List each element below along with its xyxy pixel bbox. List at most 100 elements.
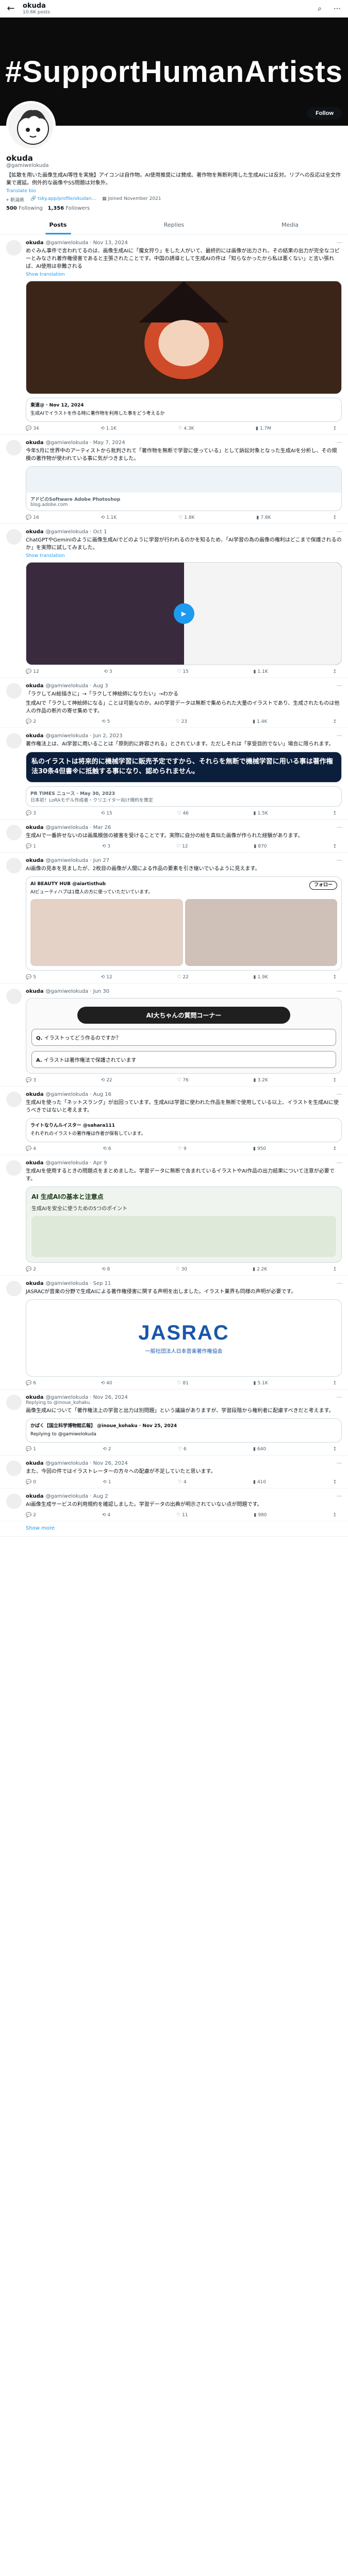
search-icon[interactable]: ⌕ xyxy=(314,5,325,13)
share-icon[interactable]: ↥ xyxy=(333,975,337,980)
repost-button[interactable]: ⟲ 3 xyxy=(102,844,110,849)
reply-button[interactable]: 💬 1 xyxy=(26,1447,36,1452)
post-author-name[interactable]: okuda xyxy=(26,1494,44,1499)
views-button[interactable]: ▮ 950 xyxy=(253,1146,266,1151)
quoted-post[interactable]: 東道@ · Nov 12, 2024 生成AIでイラストを作る時に著作物を利用し… xyxy=(26,398,342,422)
more-icon[interactable]: ⋯ xyxy=(337,825,342,831)
like-button[interactable]: ♡ 76 xyxy=(177,1078,189,1083)
show-more-link[interactable]: Show more xyxy=(0,1521,348,1537)
post-avatar[interactable] xyxy=(6,988,22,1004)
views-button[interactable]: ▮ 2.2K xyxy=(253,1267,267,1272)
views-button[interactable]: ▮ 3.2K xyxy=(254,1078,268,1083)
post-avatar[interactable] xyxy=(6,683,22,699)
quoted-post[interactable]: ライトなりんルイスター @sahara111 それぞれのイラストの著作権は作者が… xyxy=(26,1117,342,1142)
post[interactable]: okuda @gamiwelokuda · May 7, 2024 ⋯ 今年5月に世… xyxy=(0,435,348,524)
repost-button[interactable]: ⟲ 22 xyxy=(101,1078,112,1083)
website-link[interactable]: tsky.app/profile/okudan... xyxy=(38,196,96,201)
qa-card-image[interactable]: AI大ちゃんの質問コーナー Q. イラストってどう作るのですか？ A. イラスト… xyxy=(26,997,342,1074)
like-button[interactable]: ♡ 4.3K xyxy=(178,426,194,431)
tab-media[interactable]: Media xyxy=(232,215,348,234)
jasrac-card-image[interactable]: JASRAC 一般社団法人日本音楽著作権協会 xyxy=(26,1299,342,1377)
more-icon[interactable]: ⋯ xyxy=(337,529,342,535)
repost-button[interactable]: ⟲ 8 xyxy=(102,1267,110,1272)
reply-button[interactable]: 💬 3 xyxy=(26,811,36,816)
show-translation-link[interactable]: Show translation xyxy=(26,272,342,277)
info-card-image[interactable]: AI 生成AIの基本と注意点 生成AIを安全に使うための5つのポイント xyxy=(26,1186,342,1263)
follow-button[interactable]: Follow xyxy=(307,107,342,120)
share-icon[interactable]: ↥ xyxy=(333,1447,337,1452)
post-avatar[interactable] xyxy=(6,824,22,840)
reply-button[interactable]: 💬 1 xyxy=(26,844,36,849)
replying-to[interactable]: Replying to @inoue_kohaku xyxy=(26,1400,342,1405)
more-icon[interactable]: ⋯ xyxy=(337,1160,342,1166)
website[interactable]: 🔗 tsky.app/profile/okudan... xyxy=(30,196,96,203)
more-icon[interactable]: ⋯ xyxy=(337,440,342,446)
views-button[interactable]: ▮ 410 xyxy=(253,1480,266,1485)
repost-button[interactable]: ⟲ 12 xyxy=(101,975,112,980)
like-button[interactable]: ♡ 23 xyxy=(175,719,187,724)
views-button[interactable]: ▮ 7.8K xyxy=(256,515,271,520)
like-button[interactable]: ♡ 1.8K xyxy=(178,515,194,520)
post-author-name[interactable]: okuda xyxy=(26,683,44,689)
repost-button[interactable]: ⟲ 2 xyxy=(103,1447,111,1452)
post-avatar[interactable] xyxy=(6,1394,22,1410)
post[interactable]: okuda @gamiwelokuda · Aug 2 ⋯ AI画像生成サービスの利… xyxy=(0,1488,348,1522)
share-icon[interactable]: ↥ xyxy=(333,426,337,431)
post-avatar[interactable] xyxy=(6,857,22,873)
post[interactable]: okuda @gamiwelokuda · Sep 11 ⋯ JASRACが音楽の分… xyxy=(0,1276,348,1389)
share-icon[interactable]: ↥ xyxy=(333,1381,337,1386)
like-button[interactable]: ♡ 46 xyxy=(177,811,189,816)
repost-button[interactable]: ⟲ 1 xyxy=(103,1480,111,1485)
more-icon[interactable]: ⋯ xyxy=(337,1281,342,1286)
followers-link[interactable]: 1,356 Followers xyxy=(47,206,90,211)
reply-button[interactable]: 💬 34 xyxy=(26,426,39,431)
views-button[interactable]: ▮ 640 xyxy=(253,1447,266,1452)
post[interactable]: okuda @gamiwelokuda · Jun 2, 2023 ⋯ 著作権法上は… xyxy=(0,728,348,820)
like-button[interactable]: ♡ 15 xyxy=(177,669,189,674)
more-icon[interactable]: ⋯ xyxy=(337,683,342,689)
views-button[interactable]: ▮ 1.5K xyxy=(254,811,268,816)
headline-image[interactable]: 私のイラストは将来的に機械学習に販売予定ですから、それらを無断で機械学習に用いる… xyxy=(26,752,342,783)
more-options-icon[interactable]: ⋯ xyxy=(332,5,343,13)
more-icon[interactable]: ⋯ xyxy=(337,989,342,994)
back-arrow-icon[interactable]: ← xyxy=(5,3,16,14)
avatar[interactable] xyxy=(6,101,56,150)
like-button[interactable]: ♡ 81 xyxy=(177,1381,189,1386)
post[interactable]: okuda @gamiwelokuda · Mar 26 ⋯ 生成AIで一番許せない… xyxy=(0,820,348,853)
post-avatar[interactable] xyxy=(6,733,22,749)
like-button[interactable]: ♡ 12 xyxy=(176,844,188,849)
more-icon[interactable]: ⋯ xyxy=(337,1092,342,1097)
reply-button[interactable]: 💬 2 xyxy=(26,1513,36,1518)
repost-button[interactable]: ⟲ 3 xyxy=(104,669,112,674)
post-author-name[interactable]: okuda xyxy=(26,1461,44,1466)
quote-image[interactable] xyxy=(185,899,337,966)
quoted-post[interactable]: AI BEAUTY HUB @aiartisthub フォロー AIビューティハ… xyxy=(26,876,342,971)
like-button[interactable]: ♡ 4 xyxy=(178,1480,187,1485)
post-image[interactable] xyxy=(26,281,342,394)
more-icon[interactable]: ⋯ xyxy=(337,1494,342,1499)
following-link[interactable]: 500 Following xyxy=(6,206,43,211)
views-button[interactable]: ▮ 870 xyxy=(254,844,267,849)
reply-button[interactable]: 💬 6 xyxy=(26,1381,36,1386)
post[interactable]: okuda @gamiwelokuda · Aug 16 ⋯ 生成AIを使った「ネッ… xyxy=(0,1087,348,1155)
reply-button[interactable]: 💬 2 xyxy=(26,1267,36,1272)
post-author-name[interactable]: okuda xyxy=(26,733,44,739)
post-avatar[interactable] xyxy=(6,529,22,545)
post-author-name[interactable]: okuda xyxy=(26,1160,44,1166)
like-button[interactable]: ♡ 6 xyxy=(178,1447,187,1452)
post-avatar[interactable] xyxy=(6,1160,22,1176)
post-author-name[interactable]: okuda xyxy=(26,1395,44,1400)
share-icon[interactable]: ↥ xyxy=(333,811,337,816)
repost-button[interactable]: ⟲ 1.1K xyxy=(101,426,117,431)
tab-posts[interactable]: Posts xyxy=(0,215,116,234)
post-avatar[interactable] xyxy=(6,1091,22,1107)
reply-button[interactable]: 💬 2 xyxy=(26,719,36,724)
post-author-name[interactable]: okuda xyxy=(26,1281,44,1286)
post-author-name[interactable]: okuda xyxy=(26,825,44,831)
quote-image[interactable] xyxy=(30,899,183,966)
more-icon[interactable]: ⋯ xyxy=(337,1395,342,1400)
more-icon[interactable]: ⋯ xyxy=(337,858,342,863)
post-author-name[interactable]: okuda xyxy=(26,989,44,994)
views-button[interactable]: ▮ 1.9K xyxy=(254,975,268,980)
share-icon[interactable]: ↥ xyxy=(333,1513,337,1518)
